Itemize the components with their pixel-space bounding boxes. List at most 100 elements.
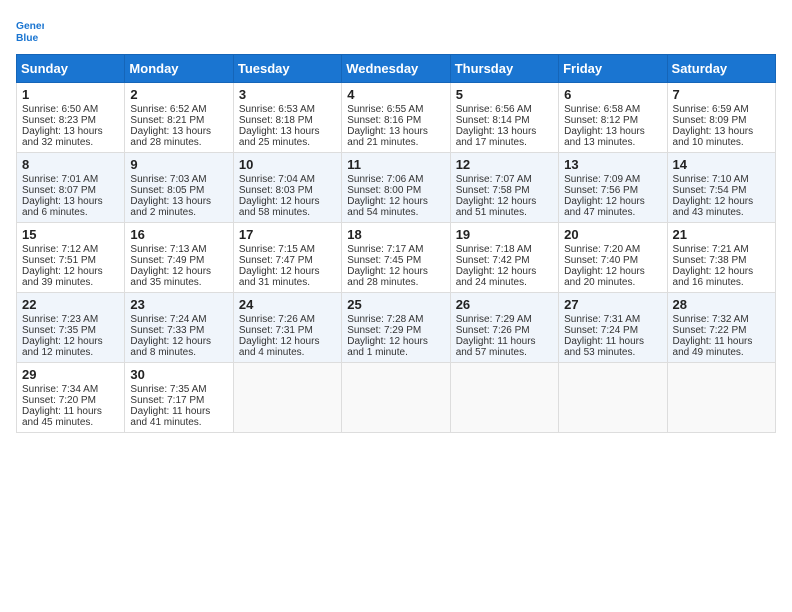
calendar-cell: 27 Sunrise: 7:31 AM Sunset: 7:24 PM Dayl… xyxy=(559,293,667,363)
calendar-cell: 28 Sunrise: 7:32 AM Sunset: 7:22 PM Dayl… xyxy=(667,293,775,363)
day-number: 12 xyxy=(456,157,553,172)
sunset-text: Sunset: 7:29 PM xyxy=(347,325,421,336)
daylight-text: Daylight: 12 hours and 20 minutes. xyxy=(564,266,645,288)
day-number: 7 xyxy=(673,87,770,102)
calendar-cell: 12 Sunrise: 7:07 AM Sunset: 7:58 PM Dayl… xyxy=(450,153,558,223)
calendar-cell xyxy=(233,363,341,433)
sunset-text: Sunset: 7:33 PM xyxy=(130,325,204,336)
day-of-week-header: Monday xyxy=(125,55,233,83)
day-number: 9 xyxy=(130,157,227,172)
sunrise-text: Sunrise: 7:06 AM xyxy=(347,174,423,185)
daylight-text: Daylight: 12 hours and 12 minutes. xyxy=(22,336,103,358)
daylight-text: Daylight: 11 hours and 53 minutes. xyxy=(564,336,644,358)
calendar-cell: 4 Sunrise: 6:55 AM Sunset: 8:16 PM Dayli… xyxy=(342,83,450,153)
day-number: 14 xyxy=(673,157,770,172)
sunset-text: Sunset: 7:49 PM xyxy=(130,255,204,266)
day-number: 26 xyxy=(456,297,553,312)
sunset-text: Sunset: 7:24 PM xyxy=(564,325,638,336)
calendar-cell xyxy=(667,363,775,433)
sunset-text: Sunset: 8:09 PM xyxy=(673,115,747,126)
daylight-text: Daylight: 13 hours and 13 minutes. xyxy=(564,126,645,148)
calendar: SundayMondayTuesdayWednesdayThursdayFrid… xyxy=(16,54,776,433)
day-number: 20 xyxy=(564,227,661,242)
sunset-text: Sunset: 8:03 PM xyxy=(239,185,313,196)
day-number: 4 xyxy=(347,87,444,102)
daylight-text: Daylight: 12 hours and 58 minutes. xyxy=(239,196,320,218)
sunset-text: Sunset: 7:47 PM xyxy=(239,255,313,266)
calendar-cell: 3 Sunrise: 6:53 AM Sunset: 8:18 PM Dayli… xyxy=(233,83,341,153)
sunset-text: Sunset: 8:05 PM xyxy=(130,185,204,196)
sunrise-text: Sunrise: 6:52 AM xyxy=(130,104,206,115)
sunset-text: Sunset: 7:35 PM xyxy=(22,325,96,336)
sunrise-text: Sunrise: 7:07 AM xyxy=(456,174,532,185)
day-number: 29 xyxy=(22,367,119,382)
calendar-week-row: 15 Sunrise: 7:12 AM Sunset: 7:51 PM Dayl… xyxy=(17,223,776,293)
logo-icon: General Blue xyxy=(16,16,44,44)
calendar-cell: 19 Sunrise: 7:18 AM Sunset: 7:42 PM Dayl… xyxy=(450,223,558,293)
calendar-cell: 24 Sunrise: 7:26 AM Sunset: 7:31 PM Dayl… xyxy=(233,293,341,363)
sunrise-text: Sunrise: 7:12 AM xyxy=(22,244,98,255)
sunrise-text: Sunrise: 7:01 AM xyxy=(22,174,98,185)
calendar-cell: 7 Sunrise: 6:59 AM Sunset: 8:09 PM Dayli… xyxy=(667,83,775,153)
sunrise-text: Sunrise: 7:17 AM xyxy=(347,244,423,255)
calendar-cell: 17 Sunrise: 7:15 AM Sunset: 7:47 PM Dayl… xyxy=(233,223,341,293)
daylight-text: Daylight: 12 hours and 54 minutes. xyxy=(347,196,428,218)
calendar-cell: 1 Sunrise: 6:50 AM Sunset: 8:23 PM Dayli… xyxy=(17,83,125,153)
calendar-cell xyxy=(450,363,558,433)
daylight-text: Daylight: 12 hours and 47 minutes. xyxy=(564,196,645,218)
day-number: 17 xyxy=(239,227,336,242)
sunrise-text: Sunrise: 7:32 AM xyxy=(673,314,749,325)
daylight-text: Daylight: 12 hours and 31 minutes. xyxy=(239,266,320,288)
calendar-cell: 23 Sunrise: 7:24 AM Sunset: 7:33 PM Dayl… xyxy=(125,293,233,363)
sunset-text: Sunset: 7:40 PM xyxy=(564,255,638,266)
sunrise-text: Sunrise: 7:26 AM xyxy=(239,314,315,325)
calendar-week-row: 8 Sunrise: 7:01 AM Sunset: 8:07 PM Dayli… xyxy=(17,153,776,223)
sunrise-text: Sunrise: 6:58 AM xyxy=(564,104,640,115)
sunset-text: Sunset: 7:17 PM xyxy=(130,395,204,406)
page-header: General Blue xyxy=(16,16,776,44)
sunrise-text: Sunrise: 7:15 AM xyxy=(239,244,315,255)
sunset-text: Sunset: 8:00 PM xyxy=(347,185,421,196)
day-number: 19 xyxy=(456,227,553,242)
daylight-text: Daylight: 12 hours and 16 minutes. xyxy=(673,266,754,288)
day-number: 24 xyxy=(239,297,336,312)
calendar-cell: 26 Sunrise: 7:29 AM Sunset: 7:26 PM Dayl… xyxy=(450,293,558,363)
sunset-text: Sunset: 8:23 PM xyxy=(22,115,96,126)
daylight-text: Daylight: 12 hours and 28 minutes. xyxy=(347,266,428,288)
sunrise-text: Sunrise: 7:35 AM xyxy=(130,384,206,395)
sunset-text: Sunset: 8:16 PM xyxy=(347,115,421,126)
daylight-text: Daylight: 13 hours and 6 minutes. xyxy=(22,196,103,218)
calendar-cell: 30 Sunrise: 7:35 AM Sunset: 7:17 PM Dayl… xyxy=(125,363,233,433)
day-number: 3 xyxy=(239,87,336,102)
calendar-cell xyxy=(342,363,450,433)
day-number: 21 xyxy=(673,227,770,242)
day-number: 25 xyxy=(347,297,444,312)
day-number: 13 xyxy=(564,157,661,172)
sunrise-text: Sunrise: 7:31 AM xyxy=(564,314,640,325)
sunset-text: Sunset: 7:58 PM xyxy=(456,185,530,196)
day-number: 11 xyxy=(347,157,444,172)
calendar-cell: 29 Sunrise: 7:34 AM Sunset: 7:20 PM Dayl… xyxy=(17,363,125,433)
sunrise-text: Sunrise: 7:24 AM xyxy=(130,314,206,325)
sunset-text: Sunset: 7:22 PM xyxy=(673,325,747,336)
daylight-text: Daylight: 13 hours and 32 minutes. xyxy=(22,126,103,148)
daylight-text: Daylight: 12 hours and 51 minutes. xyxy=(456,196,537,218)
calendar-cell: 5 Sunrise: 6:56 AM Sunset: 8:14 PM Dayli… xyxy=(450,83,558,153)
day-of-week-header: Wednesday xyxy=(342,55,450,83)
daylight-text: Daylight: 11 hours and 49 minutes. xyxy=(673,336,753,358)
sunset-text: Sunset: 8:18 PM xyxy=(239,115,313,126)
day-of-week-header: Saturday xyxy=(667,55,775,83)
sunset-text: Sunset: 7:45 PM xyxy=(347,255,421,266)
sunset-text: Sunset: 7:38 PM xyxy=(673,255,747,266)
calendar-cell: 22 Sunrise: 7:23 AM Sunset: 7:35 PM Dayl… xyxy=(17,293,125,363)
day-number: 16 xyxy=(130,227,227,242)
day-number: 23 xyxy=(130,297,227,312)
sunrise-text: Sunrise: 6:53 AM xyxy=(239,104,315,115)
calendar-cell: 13 Sunrise: 7:09 AM Sunset: 7:56 PM Dayl… xyxy=(559,153,667,223)
sunset-text: Sunset: 7:42 PM xyxy=(456,255,530,266)
sunset-text: Sunset: 7:54 PM xyxy=(673,185,747,196)
day-number: 6 xyxy=(564,87,661,102)
daylight-text: Daylight: 13 hours and 17 minutes. xyxy=(456,126,537,148)
sunset-text: Sunset: 7:31 PM xyxy=(239,325,313,336)
sunrise-text: Sunrise: 7:13 AM xyxy=(130,244,206,255)
